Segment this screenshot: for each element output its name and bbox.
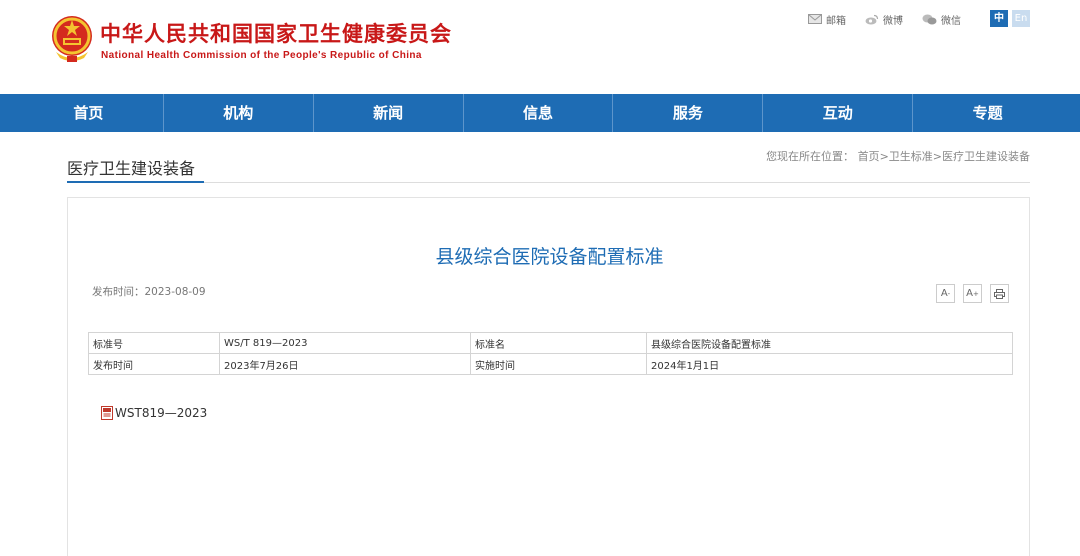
pdf-icon: [101, 406, 113, 420]
font-smaller-label: A: [940, 288, 948, 299]
attachment-link[interactable]: WST819—2023: [101, 406, 207, 420]
top-link-mail[interactable]: 邮箱: [808, 12, 846, 27]
nav-item-organization[interactable]: 机构: [164, 94, 314, 132]
site-subtitle: National Health Commission of the People…: [101, 50, 422, 61]
nav-item-topics[interactable]: 专题: [913, 94, 1062, 132]
font-larger-label: A: [966, 288, 973, 299]
top-links: 邮箱 微博 微信: [808, 11, 980, 27]
standard-info-table: 标准号 WS/T 819—2023 标准名 县级综合医院设备配置标准 发布时间 …: [88, 332, 1013, 375]
nav-item-home[interactable]: 首页: [14, 94, 164, 132]
breadcrumb-current[interactable]: 医疗卫生建设装备: [942, 150, 1030, 163]
site-header: 中华人民共和国国家卫生健康委员会 National Health Commiss…: [0, 0, 1080, 94]
top-link-wechat-label: 微信: [941, 15, 961, 27]
section-divider: [67, 182, 1030, 183]
table-cell: 县级综合医院设备配置标准: [646, 332, 1013, 354]
article-title: 县级综合医院设备配置标准: [435, 246, 664, 268]
font-larger-button[interactable]: A +: [963, 284, 982, 303]
table-row: 发布时间 2023年7月26日 实施时间 2024年1月1日: [88, 353, 1013, 375]
top-link-weibo[interactable]: 微博: [865, 12, 903, 27]
national-emblem-icon[interactable]: [50, 14, 94, 64]
nav-item-services[interactable]: 服务: [613, 94, 764, 132]
weibo-icon: [865, 14, 879, 24]
breadcrumb-separator: >: [879, 150, 889, 163]
article-container: 县级综合医院设备配置标准 发布时间：2023-08-09 A- A + 标准号 W…: [67, 197, 1030, 556]
nav-item-news[interactable]: 新闻: [314, 94, 464, 132]
mail-icon: [808, 14, 822, 24]
top-link-mail-label: 邮箱: [826, 15, 846, 27]
publish-date: 2023-08-09: [144, 286, 206, 298]
breadcrumb-prefix: 您现在所在位置：: [766, 150, 855, 163]
section-title: 医疗卫生建设装备: [67, 159, 196, 178]
publish-label: 发布时间：: [92, 286, 145, 298]
article-tools: A- A +: [928, 284, 1009, 303]
nav-item-information[interactable]: 信息: [464, 94, 614, 132]
breadcrumb-separator: >: [932, 150, 942, 163]
table-cell: 实施时间: [470, 353, 647, 375]
breadcrumb: 您现在所在位置： 首页>卫生标准>医疗卫生建设装备: [766, 148, 1030, 164]
top-link-weibo-label: 微博: [883, 15, 903, 27]
table-cell: 标准号: [88, 332, 220, 354]
site-title[interactable]: 中华人民共和国国家卫生健康委员会: [100, 18, 452, 48]
table-cell: 标准名: [470, 332, 647, 354]
table-cell: 2023年7月26日: [219, 353, 471, 375]
top-link-wechat[interactable]: 微信: [922, 12, 961, 27]
main-nav: 首页 机构 新闻 信息 服务 互动 专题: [0, 94, 1080, 132]
lang-en-button[interactable]: En: [1012, 10, 1030, 27]
attachment-label: WST819—2023: [115, 406, 208, 420]
nav-item-interaction[interactable]: 互动: [763, 94, 914, 132]
breadcrumb-standards[interactable]: 卫生标准: [889, 150, 933, 163]
table-row: 标准号 WS/T 819—2023 标准名 县级综合医院设备配置标准: [88, 332, 1013, 354]
lang-zh-button[interactable]: 中: [990, 10, 1008, 27]
table-cell: WS/T 819—2023: [219, 332, 471, 354]
table-cell: 发布时间: [88, 353, 220, 375]
section-title-underline: [67, 181, 204, 183]
breadcrumb-home[interactable]: 首页: [858, 150, 880, 163]
font-smaller-button[interactable]: A-: [936, 284, 955, 303]
wechat-icon: [922, 14, 937, 24]
publish-info: 发布时间：2023-08-09: [92, 284, 206, 299]
table-cell: 2024年1月1日: [646, 353, 1013, 375]
print-button[interactable]: [990, 284, 1009, 303]
print-icon: [994, 288, 1005, 299]
